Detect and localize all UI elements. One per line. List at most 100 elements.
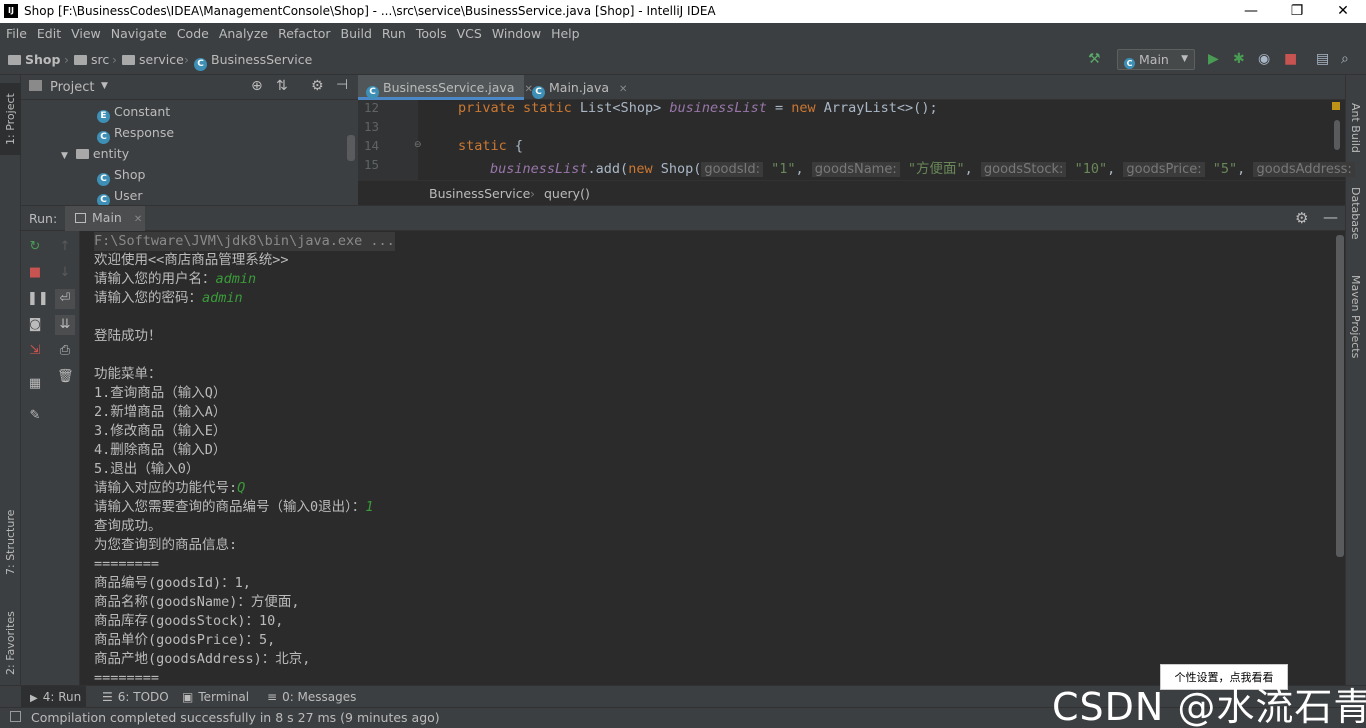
console-line: 5.退出（输入0） <box>94 461 200 477</box>
chevron-down-icon[interactable]: ▼ <box>101 81 108 91</box>
tool-tab-run[interactable]: ▶ 4: Run <box>30 690 81 704</box>
run-icon[interactable]: ▶ <box>1208 51 1219 67</box>
class-icon: C <box>366 86 379 99</box>
hide-icon[interactable]: ⊣ <box>336 77 348 93</box>
breadcrumb-file[interactable]: C BusinessService <box>194 52 312 71</box>
breadcrumb-method[interactable]: query() <box>544 186 590 201</box>
menu-navigate[interactable]: Navigate <box>105 23 167 41</box>
project-structure-icon[interactable]: ▤ <box>1316 51 1329 67</box>
tool-window-structure[interactable]: 7: Structure <box>4 510 17 575</box>
stop-icon[interactable]: ■ <box>27 265 43 281</box>
gear-icon[interactable]: ⚙ <box>311 78 324 94</box>
scroll-from-source-icon[interactable]: ⊕ <box>251 78 263 94</box>
build-hammer-icon[interactable]: ⚒ <box>1088 51 1101 67</box>
menu-vcs[interactable]: VCS <box>451 23 482 41</box>
console-line: 请输入您的密码：admin <box>94 290 243 306</box>
tree-item-response[interactable]: C Response <box>97 122 174 144</box>
editor-gutter: 12 13 14 15 ⊖ <box>358 100 422 180</box>
close-tab-icon[interactable]: ✕ <box>134 214 142 225</box>
breadcrumb-class[interactable]: BusinessService <box>429 186 530 201</box>
arrow-up-icon[interactable]: ↑ <box>57 239 73 255</box>
code-line-12[interactable]: private static List<Shop> businessList =… <box>458 100 938 116</box>
console-line: 4.删除商品（输入D） <box>94 442 227 458</box>
tree-item-entity[interactable]: ▼ entity <box>61 143 129 164</box>
tree-item-user[interactable]: C User <box>97 185 143 207</box>
project-view-select[interactable]: Project <box>50 80 94 95</box>
menu-view[interactable]: View <box>65 23 101 41</box>
title-bar: IJ Shop [F:\BusinessCodes\IDEA\Managemen… <box>0 0 1366 23</box>
tool-tab-messages[interactable]: ≡ 0: Messages <box>267 690 356 704</box>
breadcrumb-service[interactable]: service <box>122 52 184 67</box>
camera-icon[interactable]: ◙ <box>27 317 43 333</box>
close-button[interactable]: ✕ <box>1320 0 1366 23</box>
tool-window-ant-build[interactable]: Ant Build <box>1349 103 1362 153</box>
console-line: 欢迎使用<<商店商品管理系统>> <box>94 252 289 268</box>
menu-analyze[interactable]: Analyze <box>213 23 268 41</box>
expand-arrow-icon[interactable]: ▼ <box>61 151 68 161</box>
status-toggle-icon[interactable] <box>10 711 21 722</box>
scroll-to-end-icon[interactable]: ⇊ <box>55 315 75 335</box>
menu-code[interactable]: Code <box>171 23 209 41</box>
breadcrumb-project[interactable]: Shop <box>8 52 60 67</box>
soft-wrap-icon[interactable]: ⏎ <box>55 289 75 309</box>
console-scrollbar[interactable] <box>1335 231 1345 685</box>
tool-window-database[interactable]: Database <box>1349 187 1362 240</box>
print-icon[interactable]: ⎙ <box>57 343 73 359</box>
collapse-all-icon[interactable]: ⇅ <box>276 78 288 94</box>
editor-scrollbar[interactable] <box>1334 120 1340 150</box>
warning-marker[interactable] <box>1332 102 1340 110</box>
tree-item-shop[interactable]: C Shop <box>97 164 145 186</box>
gear-icon[interactable]: ⚙ <box>1295 209 1308 227</box>
menu-window[interactable]: Window <box>486 23 541 41</box>
line-number: 12 <box>364 100 380 115</box>
editor-tabs: C BusinessService.java ✕ C Main.java ✕ <box>358 75 1345 100</box>
tab-business-service[interactable]: C BusinessService.java ✕ <box>358 75 533 100</box>
pause-icon[interactable]: ❚❚ <box>27 291 49 307</box>
debug-icon[interactable]: ✱ <box>1233 51 1245 67</box>
console-line: ======== <box>94 670 160 685</box>
hide-icon[interactable]: — <box>1323 208 1338 226</box>
trash-icon[interactable]: 🗑 <box>57 369 74 385</box>
pin-icon[interactable]: ✎ <box>27 408 43 424</box>
coverage-icon[interactable]: ◉ <box>1258 51 1270 67</box>
close-tab-icon[interactable]: ✕ <box>619 84 627 95</box>
run-config-select[interactable]: C Main ▼ <box>1117 49 1195 70</box>
folder-icon <box>122 55 135 65</box>
code-line-15[interactable]: businessList.add(new Shop(goodsId: "1", … <box>490 157 1355 177</box>
chevron-down-icon: ▼ <box>1181 54 1188 64</box>
stop-icon[interactable]: ■ <box>1284 51 1297 67</box>
code-line-14[interactable]: static { <box>458 138 523 154</box>
console-line: 商品单价(goodsPrice)：5, <box>94 632 276 648</box>
run-tab-main[interactable]: Main ✕ <box>65 206 145 231</box>
menu-refactor[interactable]: Refactor <box>272 23 330 41</box>
console-line: F:\Software\JVM\jdk8\bin\java.exe ... <box>94 232 395 251</box>
breadcrumb-src[interactable]: src <box>74 52 109 67</box>
tool-window-favorites[interactable]: 2: Favorites <box>4 611 17 675</box>
menu-run[interactable]: Run <box>376 23 406 41</box>
scrollbar-thumb[interactable] <box>1336 235 1344 557</box>
menu-file[interactable]: File <box>0 23 27 41</box>
minimize-button[interactable]: — <box>1228 0 1274 23</box>
menu-help[interactable]: Help <box>545 23 580 41</box>
project-scrollbar[interactable] <box>347 135 355 161</box>
console-output[interactable]: F:\Software\JVM\jdk8\bin\java.exe ... 欢迎使… <box>80 231 1335 685</box>
tree-item-constant[interactable]: E Constant <box>97 101 170 123</box>
tool-window-project[interactable]: 1: Project <box>4 93 17 145</box>
console-line: 请输入您的用户名：admin <box>94 271 257 287</box>
line-number: 15 <box>364 157 380 172</box>
restore-button[interactable]: ❐ <box>1274 0 1320 23</box>
fold-icon[interactable]: ⊖ <box>414 140 422 150</box>
menu-edit[interactable]: Edit <box>31 23 61 41</box>
exit-icon[interactable]: ⇲ <box>27 343 43 359</box>
menu-build[interactable]: Build <box>335 23 372 41</box>
tab-main[interactable]: C Main.java ✕ <box>524 75 636 100</box>
tool-tab-terminal[interactable]: ▣ Terminal <box>182 690 249 704</box>
arrow-down-icon[interactable]: ↓ <box>57 265 73 281</box>
tool-window-maven[interactable]: Maven Projects <box>1349 275 1362 358</box>
search-icon[interactable]: ⌕ <box>1341 51 1349 67</box>
rerun-icon[interactable]: ↻ <box>27 239 43 255</box>
layout-icon[interactable]: ▦ <box>27 376 43 392</box>
list-icon: ☰ <box>102 690 113 704</box>
tool-tab-todo[interactable]: ☰ 6: TODO <box>102 690 169 704</box>
menu-tools[interactable]: Tools <box>410 23 447 41</box>
